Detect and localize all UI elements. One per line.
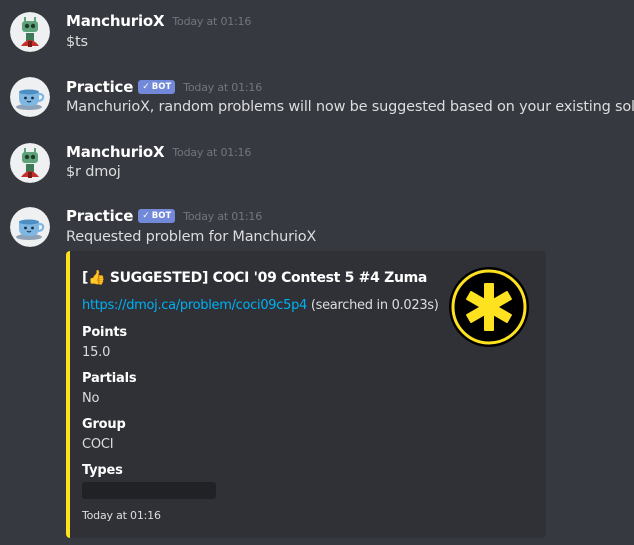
embed-footer-timestamp: Today at 01:16 (82, 509, 161, 522)
bot-tag: ✓ BOT (138, 209, 176, 223)
user-avatar[interactable] (10, 207, 50, 247)
robot-avatar-icon (10, 143, 50, 183)
embed-accent-bar (66, 251, 70, 538)
username[interactable]: Practice (66, 207, 133, 225)
message-content: ManchurioX, random problems will now be … (66, 99, 634, 115)
embed-title: [👍 SUGGESTED] COCI '09 Contest 5 #4 Zuma (82, 270, 427, 286)
check-icon: ✓ (142, 82, 150, 92)
robot-avatar-icon (10, 12, 50, 52)
message-header: ManchurioX Today at 01:16 (66, 11, 251, 31)
field-value-group: COCI (82, 437, 114, 452)
check-icon: ✓ (142, 211, 150, 221)
message-header: Practice ✓ BOT Today at 01:16 (66, 206, 262, 226)
message-header: ManchurioX Today at 01:16 (66, 142, 251, 162)
timestamp: Today at 01:16 (183, 209, 263, 223)
chat-messages: ManchurioX Today at 01:16 $ts Practice ✓… (0, 0, 634, 545)
message-content: $ts (66, 34, 88, 50)
field-name-partials: Partials (82, 371, 137, 386)
teacup-avatar-icon (10, 207, 50, 247)
message-content: $r dmoj (66, 164, 121, 180)
field-value-partials: No (82, 391, 100, 406)
timestamp: Today at 01:16 (183, 80, 263, 94)
user-avatar[interactable] (10, 12, 50, 52)
teacup-avatar-icon (10, 77, 50, 117)
user-avatar[interactable] (10, 143, 50, 183)
asterisk-logo-icon (449, 267, 529, 347)
search-time: (searched in 0.023s) (307, 298, 439, 313)
timestamp: Today at 01:16 (172, 14, 252, 28)
bot-tag-label: BOT (151, 211, 172, 221)
message-header: Practice ✓ BOT Today at 01:16 (66, 77, 262, 97)
dmoj-logo-thumbnail[interactable] (447, 265, 531, 349)
bot-tag: ✓ BOT (138, 80, 176, 94)
username[interactable]: ManchurioX (66, 12, 165, 30)
field-name-group: Group (82, 417, 126, 432)
problem-embed: [👍 SUGGESTED] COCI '09 Contest 5 #4 Zuma… (66, 251, 546, 538)
embed-title-text: SUGGESTED] COCI '09 Contest 5 #4 Zuma (105, 270, 428, 286)
username[interactable]: Practice (66, 78, 133, 96)
types-spoiler[interactable] (82, 482, 216, 499)
bot-tag-label: BOT (151, 82, 172, 92)
field-value-points: 15.0 (82, 345, 111, 360)
timestamp: Today at 01:16 (172, 145, 252, 159)
username[interactable]: ManchurioX (66, 143, 165, 161)
user-avatar[interactable] (10, 77, 50, 117)
message-content: Requested problem for ManchurioX (66, 229, 317, 245)
field-name-points: Points (82, 325, 127, 340)
embed-description: https://dmoj.ca/problem/coci09c5p4 (sear… (82, 298, 439, 313)
thumbs-up-icon: 👍 (88, 270, 106, 286)
problem-link[interactable]: https://dmoj.ca/problem/coci09c5p4 (82, 298, 307, 313)
field-name-types: Types (82, 463, 123, 478)
